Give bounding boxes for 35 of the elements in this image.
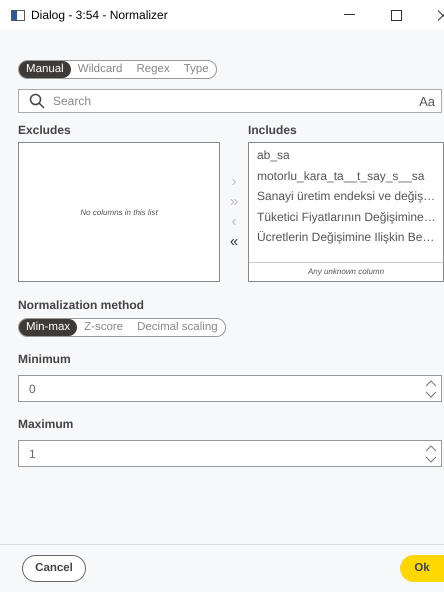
- excludes-list[interactable]: No columns in this list: [18, 142, 220, 282]
- filter-tab[interactable]: Regex: [129, 61, 177, 78]
- filter-tab[interactable]: Type: [176, 61, 216, 78]
- window-title: Dialog - 3:54 - Normalizer: [31, 8, 168, 22]
- move-button[interactable]: «: [228, 232, 240, 252]
- close-icon[interactable]: [438, 10, 444, 20]
- number-field[interactable]: 0: [18, 375, 442, 402]
- list-item[interactable]: ab_sa: [257, 146, 443, 166]
- method-label: Normalization method: [18, 299, 144, 311]
- list-item[interactable]: Sanayi üretim endeksi ve değiş…: [257, 187, 443, 208]
- field-label: Minimum: [18, 353, 71, 365]
- spinner-icon[interactable]: [425, 378, 437, 400]
- spinner-icon[interactable]: [425, 442, 437, 464]
- includes-label: Includes: [248, 124, 298, 136]
- number-field[interactable]: 1: [18, 440, 442, 467]
- empty-list-text: No columns in this list: [80, 208, 158, 216]
- method-option[interactable]: Decimal scaling: [130, 319, 225, 336]
- filter-tab[interactable]: Manual: [19, 61, 71, 78]
- excludes-label: Excludes: [18, 124, 72, 136]
- maximize-icon[interactable]: [391, 10, 402, 20]
- ok-button[interactable]: Ok: [400, 554, 444, 582]
- search-field[interactable]: Search Aa: [18, 89, 442, 113]
- search-icon: [29, 93, 45, 109]
- method-option[interactable]: Z-score: [77, 319, 130, 336]
- list-item[interactable]: motorlu_kara_ta__t_say_s__sa: [257, 166, 443, 187]
- list-item[interactable]: Ücretlerin Değişimine Ilişkin Be…: [257, 228, 443, 248]
- cancel-button[interactable]: Cancel: [22, 554, 86, 582]
- method-option[interactable]: Min-max: [19, 319, 78, 336]
- unknown-column-item[interactable]: Any unknown column: [249, 262, 443, 281]
- filter-tab[interactable]: Wildcard: [70, 61, 130, 78]
- list-item[interactable]: Tüketici Fiyatlarının Değişimine…: [257, 208, 443, 228]
- field-label: Maximum: [18, 418, 74, 430]
- app-icon: [11, 10, 25, 20]
- minimize-icon[interactable]: [344, 14, 355, 16]
- case-toggle[interactable]: Aa: [419, 94, 435, 108]
